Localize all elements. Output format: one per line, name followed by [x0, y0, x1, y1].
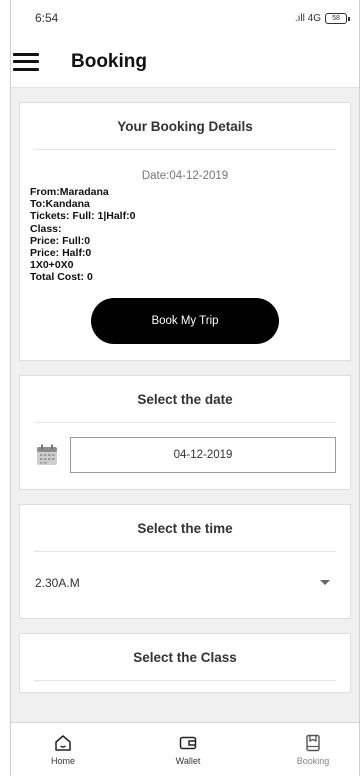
detail-tickets: Tickets: Full: 1|Half:0	[30, 210, 136, 223]
wallet-icon	[179, 736, 197, 749]
detail-price-full: Price: Full:0	[30, 234, 91, 247]
select-date-card: Select the date 04-12-2019	[19, 374, 351, 490]
booking-details-card: Your Booking Details Date:04-12-2019 Fro…	[19, 102, 351, 361]
select-date-title: Select the date	[137, 391, 233, 407]
date-row: 04-12-2019	[20, 423, 350, 489]
book-my-trip-button[interactable]: Book My Trip	[91, 297, 279, 344]
home-icon	[55, 734, 71, 751]
app-bar: Booking	[11, 36, 359, 88]
detail-to: To:Kandana	[30, 198, 90, 211]
detail-class: Class:	[30, 222, 62, 235]
divider	[34, 679, 336, 681]
battery-level: 58	[332, 14, 340, 22]
main-content: Your Booking Details Date:04-12-2019 Fro…	[11, 88, 359, 693]
detail-price-half: Price: Half:0	[30, 247, 92, 260]
detail-total-cost: Total Cost: 0	[30, 271, 93, 284]
page-title: Booking	[71, 50, 147, 72]
nav-booking[interactable]: Booking	[283, 723, 343, 776]
nav-home-label: Home	[50, 755, 75, 766]
bottom-navigation: Home Wallet Booking	[11, 722, 359, 776]
time-dropdown-value: 2.30A.M	[35, 575, 80, 590]
detail-from: From:Maradana	[30, 186, 109, 198]
calendar-icon[interactable]	[36, 444, 58, 466]
status-bar: 6:54 .ıll 4G 58	[11, 0, 359, 36]
booking-icon	[306, 734, 320, 751]
nav-booking-label: Booking	[296, 755, 330, 766]
status-indicators: .ıll 4G 58	[294, 12, 350, 24]
detail-formula: 1X0+0X0	[30, 259, 74, 272]
booking-details-title: Your Booking Details	[117, 119, 253, 134]
battery-icon: 58	[325, 12, 350, 24]
status-time: 6:54	[35, 11, 59, 25]
menu-icon[interactable]	[13, 52, 39, 71]
dropdown-arrow-icon	[320, 580, 330, 586]
booking-details-body: Date:04-12-2019 From:Maradana To:Kandana…	[20, 150, 350, 360]
booking-date: Date:04-12-2019	[141, 170, 229, 182]
nav-wallet[interactable]: Wallet	[158, 723, 218, 776]
app-frame: 6:54 .ıll 4G 58 Booking Your Booking Det…	[10, 0, 360, 776]
signal-indicator: .ıll 4G	[294, 12, 321, 24]
select-class-card: Select the Class	[19, 632, 351, 693]
time-dropdown[interactable]: 2.30A.M	[20, 552, 350, 618]
nav-home[interactable]: Home	[33, 723, 93, 776]
select-time-card: Select the time 2.30A.M	[19, 503, 351, 619]
date-input[interactable]: 04-12-2019	[70, 436, 336, 473]
select-time-title: Select the time	[137, 520, 233, 536]
nav-wallet-label: Wallet	[175, 755, 201, 766]
select-class-title: Select the Class	[133, 649, 237, 665]
